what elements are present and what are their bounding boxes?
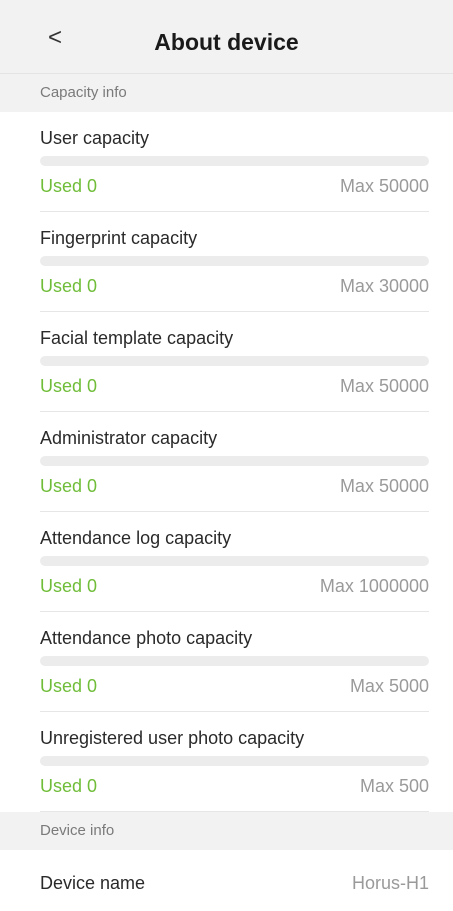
capacity-progress-bar (40, 256, 429, 266)
capacity-progress-bar (40, 656, 429, 666)
capacity-label: Unregistered user photo capacity (40, 728, 305, 748)
capacity-used: Used 0 (40, 276, 98, 296)
capacity-label: Attendance photo capacity (40, 628, 253, 648)
capacity-max: Max 1000000 (319, 576, 429, 596)
capacity-used: Used 0 (40, 576, 98, 596)
capacity-max: Max 50000 (339, 176, 429, 196)
capacity-used: Used 0 (40, 476, 98, 496)
capacity-label: Fingerprint capacity (40, 228, 198, 248)
device-section-header: Device info (0, 812, 453, 850)
capacity-used: Used 0 (40, 376, 98, 396)
capacity-label: User capacity (40, 128, 150, 148)
capacity-label: Facial template capacity (40, 328, 234, 348)
device-name-value: Horus-H1 (351, 873, 429, 893)
capacity-item-facial-template: Facial template capacity Used 0 Max 5000… (40, 312, 429, 412)
capacity-progress-bar (40, 456, 429, 466)
capacity-item-attendance-log: Attendance log capacity Used 0 Max 10000… (40, 512, 429, 612)
app-header: < About device (0, 0, 453, 74)
capacity-max: Max 500 (359, 776, 429, 796)
capacity-item-attendance-photo: Attendance photo capacity Used 0 Max 500… (40, 612, 429, 712)
capacity-item-unregistered-user-photo: Unregistered user photo capacity Used 0 … (40, 712, 429, 812)
capacity-progress-bar (40, 356, 429, 366)
capacity-list: User capacity Used 0 Max 50000 Fingerpri… (0, 112, 453, 812)
capacity-progress-bar (40, 556, 429, 566)
capacity-used: Used 0 (40, 776, 98, 796)
capacity-max: Max 50000 (339, 476, 429, 496)
capacity-item-user: User capacity Used 0 Max 50000 (40, 112, 429, 212)
capacity-item-fingerprint: Fingerprint capacity Used 0 Max 30000 (40, 212, 429, 312)
capacity-section-header: Capacity info (0, 74, 453, 112)
device-name-label: Device name (40, 873, 146, 893)
capacity-progress-bar (40, 156, 429, 166)
capacity-progress-bar (40, 756, 429, 766)
capacity-max: Max 5000 (349, 676, 429, 696)
page-title: About device (154, 29, 299, 55)
capacity-max: Max 50000 (339, 376, 429, 396)
capacity-label: Administrator capacity (40, 428, 218, 448)
capacity-used: Used 0 (40, 176, 98, 196)
capacity-max: Max 30000 (339, 276, 429, 296)
device-name-row[interactable]: Device name Horus-H1 (40, 850, 429, 910)
capacity-item-administrator: Administrator capacity Used 0 Max 50000 (40, 412, 429, 512)
capacity-used: Used 0 (40, 676, 98, 696)
capacity-label: Attendance log capacity (40, 528, 232, 548)
